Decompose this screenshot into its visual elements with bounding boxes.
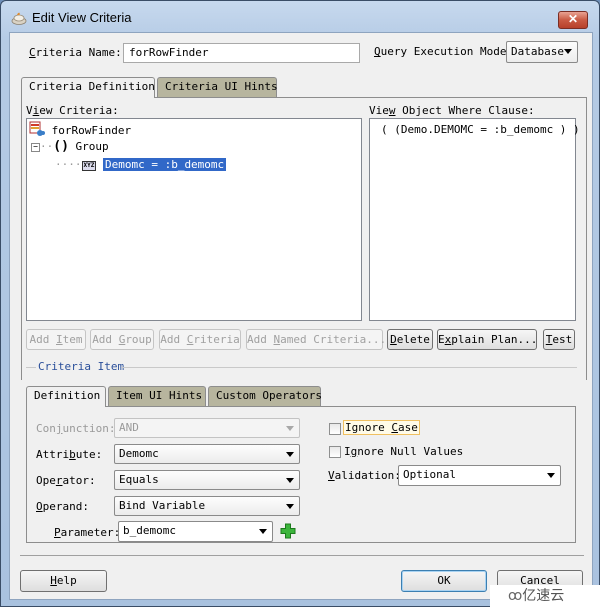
ignore-null-values-checkbox[interactable]	[329, 446, 341, 458]
chevron-down-icon	[259, 529, 267, 534]
operand-select[interactable]: Bind Variable	[114, 496, 300, 516]
group-divider	[122, 367, 577, 368]
chevron-down-icon	[564, 49, 572, 54]
coffee-cup-icon	[11, 12, 27, 25]
tree-group-label: Group	[75, 140, 109, 153]
help-button[interactable]: Help	[20, 570, 107, 592]
operator-value: Equals	[119, 473, 159, 486]
tab-label: Definition	[34, 389, 101, 402]
ignore-case-checkbox[interactable]	[329, 423, 341, 435]
conjunction-label: Conjunction:	[36, 422, 116, 435]
window-title: Edit View Criteria	[32, 10, 132, 25]
add-group-button[interactable]: Add Group	[90, 329, 154, 350]
footer-divider	[20, 555, 584, 556]
query-mode-select[interactable]: Database	[506, 41, 578, 63]
collapse-icon[interactable]: −	[31, 143, 40, 152]
parameter-label: Parameter:	[54, 526, 121, 539]
conjunction-value: AND	[119, 421, 139, 434]
ignore-case-label[interactable]: Ignore Case	[343, 420, 420, 435]
group-divider	[26, 367, 36, 368]
view-criteria-tree[interactable]: forRowFinder − ··() Group ···· XYZ Demomc …	[26, 118, 362, 321]
cloud-logo-icon: ꝏ	[508, 588, 523, 604]
attribute-label: Attribute:	[36, 448, 103, 461]
ok-button[interactable]: OK	[401, 570, 487, 592]
tree-node-root[interactable]: forRowFinder	[29, 121, 131, 139]
criteria-item-icon: XYZ	[81, 161, 97, 171]
add-item-button[interactable]: Add Item	[26, 329, 86, 350]
close-button[interactable]: ✕	[558, 11, 588, 29]
parameter-value: b_demomc	[123, 524, 176, 537]
watermark: ꝏ亿速云	[490, 585, 600, 607]
group-icon: ()	[53, 139, 69, 154]
close-icon: ✕	[567, 12, 579, 26]
delete-button[interactable]: Delete	[387, 329, 433, 350]
edit-view-criteria-dialog: Edit View Criteria ✕ Criteria Name: forR…	[0, 0, 600, 607]
tab-criteria-definition[interactable]: Criteria Definition	[21, 77, 155, 98]
validation-label: Validation:	[328, 469, 401, 482]
explain-plan-button[interactable]: Explain Plan...	[437, 329, 537, 350]
title-bar[interactable]: Edit View Criteria ✕	[1, 1, 599, 35]
ignore-null-values-label[interactable]: Ignore Null Values	[344, 445, 463, 458]
tab-label: Item UI Hints	[116, 389, 203, 402]
view-criteria-icon	[29, 121, 45, 136]
tab-label: Custom Operators	[216, 389, 322, 402]
tree-item-label: Demomc = :b_demomc	[102, 158, 227, 171]
chevron-down-icon	[547, 473, 555, 478]
operand-label: Operand:	[36, 500, 89, 513]
validation-value: Optional	[403, 468, 456, 481]
view-criteria-label: View Criteria:	[26, 104, 119, 117]
query-mode-value: Database	[511, 45, 564, 58]
query-mode-label: Query Execution Mode:	[374, 45, 514, 58]
chevron-down-icon	[286, 452, 294, 457]
add-parameter-icon[interactable]	[280, 523, 296, 539]
operator-label: Operator:	[36, 474, 96, 487]
tab-criteria-ui-hints[interactable]: Criteria UI Hints	[157, 77, 278, 97]
tree-node-item[interactable]: ···· XYZ Demomc = :b_demomc	[55, 157, 227, 173]
test-button[interactable]: Test	[543, 329, 575, 350]
conjunction-select[interactable]: AND	[114, 418, 300, 438]
tab-item-ui-hints[interactable]: Item UI Hints	[108, 386, 206, 406]
validation-select[interactable]: Optional	[398, 465, 561, 486]
parameter-select[interactable]: b_demomc	[118, 521, 273, 542]
where-clause-label: View Object Where Clause:	[369, 104, 535, 117]
operator-select[interactable]: Equals	[114, 470, 300, 490]
tab-label: Criteria UI Hints	[165, 80, 278, 93]
chevron-down-icon	[286, 478, 294, 483]
add-criteria-button[interactable]: Add Criteria	[159, 329, 241, 350]
tab-label: Criteria Definition	[29, 80, 155, 93]
where-clause-panel: ( (Demo.DEMOMC = :b_demomc ) )	[369, 118, 580, 321]
operand-value: Bind Variable	[119, 499, 206, 512]
tab-definition[interactable]: Definition	[26, 386, 106, 407]
tab-custom-operators[interactable]: Custom Operators	[208, 386, 322, 406]
chevron-down-icon	[286, 426, 294, 431]
watermark-text: 亿速云	[522, 588, 565, 604]
criteria-name-label: Criteria Name:	[29, 46, 122, 59]
where-clause-text: ( (Demo.DEMOMC = :b_demomc ) )	[381, 123, 580, 136]
attribute-value: Demomc	[119, 447, 159, 460]
attribute-select[interactable]: Demomc	[114, 444, 300, 464]
tree-node-group[interactable]: − ··() Group	[31, 139, 109, 155]
add-named-criteria-button[interactable]: Add Named Criteria...	[246, 329, 386, 350]
tree-root-label: forRowFinder	[51, 124, 132, 137]
criteria-item-group-label: Criteria Item	[38, 360, 125, 373]
ok-label: OK	[437, 574, 451, 587]
chevron-down-icon	[286, 504, 294, 509]
criteria-name-input[interactable]: forRowFinder	[123, 43, 360, 63]
dialog-body: Criteria Name: forRowFinder Query Execut…	[9, 32, 593, 600]
